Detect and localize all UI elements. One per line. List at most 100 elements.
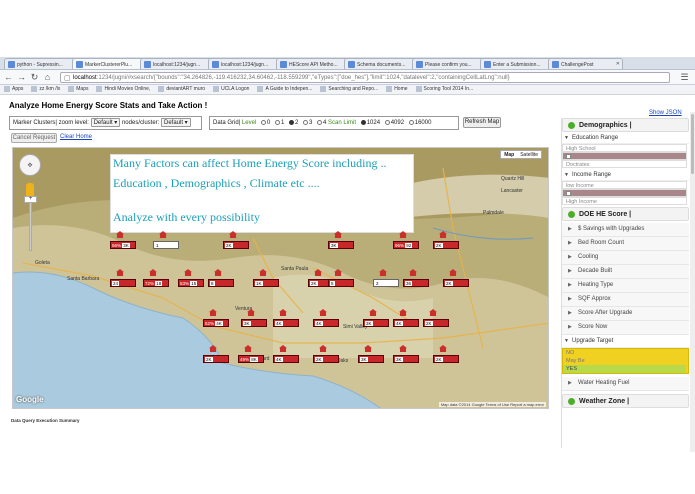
score-filter-item[interactable]: ▶ $ Savings with Upgrades — [562, 223, 689, 237]
map-type-satellite[interactable]: Satellite — [517, 151, 541, 159]
browser-tab[interactable]: ChallengePost ✕ — [548, 58, 623, 69]
bookmark-item[interactable]: UCLA Logon — [213, 85, 249, 94]
cluster-marker[interactable]: 2K — [313, 355, 339, 363]
zoom-slider[interactable] — [29, 201, 32, 251]
upgrade-option-no[interactable]: NO — [563, 349, 686, 357]
address-bar[interactable]: ▢ localhost:1234/jugni/#xsearch/{"bounds… — [60, 72, 670, 83]
cluster-marker[interactable]: 2K — [433, 241, 459, 249]
cluster-marker[interactable]: 3K — [241, 319, 267, 327]
education-option-middle[interactable] — [562, 152, 687, 160]
close-tab-icon[interactable]: ✕ — [616, 59, 620, 69]
browser-tab[interactable]: HEScore API Metho...✕ — [276, 58, 351, 69]
bookmark-item[interactable]: Scoring Tool 2014 In... — [415, 85, 473, 94]
bookmark-item[interactable]: Hindi Movies Online, — [96, 85, 150, 94]
bookmark-item[interactable]: Maps — [68, 85, 88, 94]
bookmark-item[interactable]: zz /km /lx — [31, 85, 60, 94]
education-option-doctrates[interactable]: Doctrates — [562, 160, 687, 168]
score-filter-item[interactable]: ▶ Score After Upgrade — [562, 307, 689, 321]
cluster-marker[interactable]: 1K — [253, 279, 279, 287]
cluster-marker[interactable]: 3K — [328, 241, 354, 249]
level-radio-1[interactable] — [274, 119, 280, 125]
street-view-pegman-icon[interactable] — [26, 183, 34, 197]
cluster-marker[interactable]: 2K — [203, 355, 229, 363]
cluster-marker[interactable]: 2K — [433, 355, 459, 363]
cluster-marker[interactable]: 49% 8K — [238, 355, 264, 363]
show-json-link[interactable]: Show JSON — [649, 110, 682, 116]
cluster-marker[interactable]: 4K — [273, 319, 299, 327]
cluster-marker[interactable]: 4K — [393, 319, 419, 327]
cluster-marker[interactable]: 4K — [273, 355, 299, 363]
page-scrollbar[interactable] — [690, 112, 695, 452]
cancel-request-button[interactable]: Cancel Request — [11, 133, 57, 143]
level-radio-2[interactable] — [288, 119, 294, 125]
level-radio-3[interactable] — [302, 119, 308, 125]
cluster-marker[interactable]: 2K — [223, 241, 249, 249]
upgrade-option-maybe[interactable]: May Be — [563, 357, 686, 365]
doe-score-section[interactable]: DOE HE Score | — [562, 207, 689, 221]
cluster-marker[interactable]: 2 — [373, 279, 399, 287]
refresh-map-button[interactable]: Refresh Map — [463, 117, 501, 128]
cluster-marker[interactable]: 2K — [423, 319, 449, 327]
clear-home-link[interactable]: Clear Home — [60, 134, 92, 140]
browser-tab[interactable]: Schema documents...✕ — [344, 58, 419, 69]
income-option-high[interactable]: High Income — [562, 197, 687, 205]
limit-radio-16000[interactable] — [408, 119, 414, 125]
score-filter-item[interactable]: ▶ Cooling — [562, 251, 689, 265]
cluster-marker[interactable]: 53% 15 — [178, 279, 204, 287]
browser-tab[interactable]: localhost:1234/jugn...✕ — [140, 58, 215, 69]
back-icon[interactable]: ← — [3, 72, 14, 83]
income-option-low[interactable]: low Income — [562, 181, 687, 189]
cluster-marker[interactable]: 8 — [208, 279, 234, 287]
cluster-marker[interactable]: 96% 92 — [393, 241, 419, 249]
pan-control[interactable]: ✥ — [19, 154, 41, 176]
map-type-control[interactable]: Map Satellite — [500, 150, 542, 159]
score-filter-item[interactable]: ▶ Score Now — [562, 321, 689, 335]
score-filter-item[interactable]: ▶ SQF Approx — [562, 293, 689, 307]
cluster-marker[interactable]: 3K — [393, 355, 419, 363]
limit-radio-4092[interactable] — [384, 119, 390, 125]
limit-radio-1024[interactable] — [360, 119, 366, 125]
zoom-in-button[interactable]: + — [24, 196, 37, 203]
cluster-marker[interactable]: 1 — [153, 241, 179, 249]
forward-icon[interactable]: → — [16, 72, 27, 83]
cluster-marker[interactable]: 72% 18 — [143, 279, 169, 287]
browser-tab[interactable]: MarkerClustererPlu...✕ — [72, 58, 147, 69]
bookmark-item[interactable]: Home — [386, 85, 408, 94]
browser-tab[interactable]: localhost:1234/jugn...✕ — [208, 58, 283, 69]
cluster-marker[interactable]: 36 — [403, 279, 429, 287]
income-range-header[interactable]: ▼ Income Range — [562, 171, 689, 181]
cluster-marker[interactable]: 3K — [358, 355, 384, 363]
bookmark-item[interactable]: A Guide to Indepen... — [257, 85, 312, 94]
level-radio-4[interactable] — [316, 119, 322, 125]
education-range-header[interactable]: ▼ Education Range — [562, 134, 689, 144]
bookmark-item[interactable]: deviantART muro — [158, 85, 205, 94]
browser-tab[interactable]: Enter a Submission...✕ — [480, 58, 555, 69]
zoom-level-select[interactable]: Default ▾ — [90, 117, 121, 127]
map-type-map[interactable]: Map — [501, 151, 517, 159]
score-filter-item[interactable]: ▶ Decade Built — [562, 265, 689, 279]
browser-tab[interactable]: Please confirm you...✕ — [412, 58, 487, 69]
cluster-marker[interactable]: 5 — [328, 279, 354, 287]
nodes-cluster-select[interactable]: Default ▾ — [161, 117, 191, 127]
demographics-section[interactable]: Demographics | — [562, 118, 689, 132]
cluster-marker[interactable]: 4K — [313, 319, 339, 327]
upgrade-option-yes[interactable]: YES — [563, 365, 686, 373]
level-radio-0[interactable] — [260, 119, 266, 125]
bookmark-item[interactable]: Searching and Repo... — [320, 85, 378, 94]
upgrade-target-header[interactable]: ▼ Upgrade Target — [562, 337, 689, 348]
bookmark-item[interactable]: Apps — [4, 85, 23, 94]
menu-icon[interactable]: ☰ — [679, 72, 690, 83]
cluster-marker[interactable]: 56% 3K — [110, 241, 136, 249]
score-filter-item[interactable]: ▶ Bed Room Count — [562, 237, 689, 251]
cluster-marker[interactable]: 2K — [443, 279, 469, 287]
score-filter-item[interactable]: ▶ Heating Type — [562, 279, 689, 293]
cluster-marker[interactable]: 24 — [110, 279, 136, 287]
weather-zone-section[interactable]: Weather Zone | — [562, 394, 689, 408]
cluster-marker[interactable]: 3K — [363, 319, 389, 327]
home-icon[interactable]: ⌂ — [42, 72, 53, 83]
cluster-marker[interactable]: 52% 4K — [203, 319, 229, 327]
map-view[interactable]: Many Factors can affect Home Energy Scor… — [12, 147, 549, 409]
income-option-middle[interactable] — [562, 189, 687, 197]
water-heating-fuel-item[interactable]: ▶ Water Heating Fuel — [562, 377, 689, 391]
reload-icon[interactable]: ↻ — [29, 72, 40, 83]
